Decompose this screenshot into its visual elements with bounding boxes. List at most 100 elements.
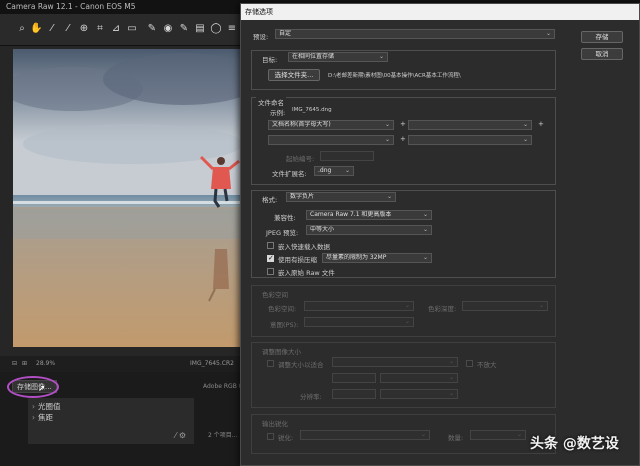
color-sampler-icon[interactable]: ⁄	[62, 23, 74, 35]
highlight-oval	[7, 376, 59, 398]
workflow-options-link[interactable]: Adobe RGB (1	[203, 383, 245, 390]
destination-select[interactable]: 在相同位置存储 ⌄	[288, 52, 388, 62]
plus-icon: +	[538, 120, 544, 128]
file-naming-title: 文件命名	[256, 97, 286, 107]
zoom-icon[interactable]: ⌕	[16, 23, 28, 35]
zoom-level[interactable]: 28.9%	[36, 360, 55, 367]
zoom-plus-icon[interactable]: ⊞	[22, 360, 27, 367]
format-label: 格式:	[262, 196, 278, 204]
chevron-right-icon: ›	[32, 402, 35, 411]
embed-fast-load-checkbox[interactable]	[267, 242, 274, 249]
preferences-icon[interactable]: ≡	[226, 23, 238, 35]
chevron-down-icon: ⌄	[448, 374, 454, 381]
example-label: 示例:	[270, 109, 286, 117]
red-eye-icon[interactable]: ◉	[162, 23, 174, 35]
color-space-label: 色彩空间:	[268, 305, 297, 313]
preset-label: 预设:	[253, 33, 269, 41]
color-space-title: 色彩空间	[262, 291, 288, 299]
lossy-compression-checkbox[interactable]	[267, 254, 274, 262]
hand-icon[interactable]: ✋	[30, 23, 42, 35]
naming-field-4[interactable]: ⌄	[408, 135, 532, 145]
color-space-select[interactable]: ⌄	[304, 301, 414, 311]
chevron-down-icon: ⌄	[404, 302, 410, 309]
intent-select[interactable]: ⌄	[304, 317, 414, 327]
embed-raw-checkbox[interactable]	[267, 268, 274, 275]
sharpen-for-select[interactable]: ⌄	[300, 430, 430, 440]
resize-mode-select[interactable]: ⌄	[332, 357, 458, 367]
transform-icon[interactable]: ▭	[126, 23, 138, 35]
chevron-down-icon: ⌄	[516, 431, 522, 438]
image-preview-area	[0, 46, 248, 356]
lossy-compression-select[interactable]: 尽量素的限制为 32MP ⌄	[322, 253, 432, 263]
targeted-adjust-icon[interactable]: ⊕	[78, 23, 90, 35]
sharpen-for-label: 锐化:	[278, 434, 294, 442]
chevron-down-icon: ⌄	[422, 226, 428, 233]
graduated-filter-icon[interactable]: ▤	[194, 23, 206, 35]
chevron-down-icon: ⌄	[448, 358, 454, 365]
radial-filter-icon[interactable]: ◯	[210, 23, 222, 35]
intent-label: 意图(PS):	[270, 321, 299, 329]
extension-label: 文件扩展名:	[272, 170, 307, 178]
compatibility-select[interactable]: Camera Raw 7.1 和更高版本 ⌄	[306, 210, 432, 220]
chevron-down-icon: ⌄	[344, 167, 350, 174]
chevron-down-icon: ⌄	[384, 136, 390, 143]
color-space-group: 色彩空间 色彩空间: ⌄ 色彩深度: ⌄ 意图(PS): ⌄	[251, 285, 556, 337]
naming-field-1[interactable]: 文档名称(首字母大写) ⌄	[268, 120, 394, 130]
chevron-down-icon: ⌄	[384, 121, 390, 128]
mouse-cursor-icon: ➚	[38, 384, 46, 394]
resolution-input[interactable]	[332, 389, 376, 399]
crop-icon[interactable]: ⌗	[94, 23, 106, 35]
sharpen-checkbox[interactable]	[267, 433, 274, 440]
jpeg-preview-select[interactable]: 中等大小 ⌄	[306, 225, 432, 235]
compatibility-label: 兼容性:	[274, 214, 296, 222]
preset-select[interactable]: 自定 ⌄	[275, 29, 555, 39]
format-select[interactable]: 数字负片 ⌄	[286, 192, 396, 202]
format-group: 格式: 数字负片 ⌄ 兼容性: Camera Raw 7.1 和更高版本 ⌄ JPE…	[251, 190, 556, 278]
destination-group: 目标: 在相同位置存储 ⌄ 选择文件夹... D:\老邮差新期\素材图\00基本操…	[251, 50, 556, 90]
watermark: 头条 @数艺设	[530, 436, 619, 452]
select-folder-button[interactable]: 选择文件夹...	[268, 69, 320, 81]
straighten-icon[interactable]: ⊿	[110, 23, 122, 35]
destination-path: D:\老邮差新期\素材图\00基本操作\ACR基本工作流程\	[328, 73, 461, 79]
white-balance-icon[interactable]: ⁄	[46, 23, 58, 35]
eyedropper-icon[interactable]: ⁄	[175, 431, 176, 440]
lossy-compression-label: 使用有损压缩	[278, 256, 317, 264]
begin-number-input[interactable]	[320, 151, 374, 161]
resize-unit-select[interactable]: ⌄	[380, 373, 458, 383]
camera-raw-toolbar: ⌕ ✋ ⁄ ⁄ ⊕ ⌗ ⊿ ▭ ✎ ◉ ✎ ▤ ◯ ≡	[0, 14, 248, 46]
resize-width-input[interactable]	[332, 373, 376, 383]
file-name: IMG_7645.CR2	[190, 360, 234, 367]
example-value: IMG_7645.dng	[292, 107, 332, 113]
begin-number-label: 起始编号:	[286, 155, 315, 163]
chevron-down-icon: ⌄	[545, 30, 551, 37]
adjustment-brush-icon[interactable]: ✎	[178, 23, 190, 35]
list-item[interactable]: › 光圈值	[32, 401, 61, 412]
resolution-label: 分辨率:	[300, 393, 322, 401]
naming-field-2[interactable]: ⌄	[408, 120, 532, 130]
settings-icon[interactable]: ⚙	[179, 431, 186, 440]
amount-select[interactable]: ⌄	[470, 430, 526, 440]
file-naming-group: 文件命名 示例: IMG_7645.dng 文档名称(首字母大写) ⌄ + ⌄ +…	[251, 97, 556, 185]
naming-field-3[interactable]: ⌄	[268, 135, 394, 145]
zoom-minus-icon[interactable]: ⊟	[12, 360, 17, 367]
camera-raw-bottom: 存储图像... ➚ Adobe RGB (1 › 光圈值 › 焦距 ⁄ ⚙ 2 个项…	[0, 372, 248, 466]
footer-info: 2 个项目...	[208, 432, 238, 439]
cancel-button[interactable]: 取消	[581, 48, 623, 60]
resize-to-fit-checkbox[interactable]	[267, 360, 274, 367]
extension-select[interactable]: .dng ⌄	[314, 166, 354, 176]
destination-label: 目标:	[262, 56, 278, 64]
list-item[interactable]: › 焦距	[32, 412, 53, 423]
chevron-down-icon: ⌄	[538, 302, 544, 309]
chevron-right-icon: ›	[32, 413, 35, 422]
save-options-dialog: 存储选项 预设: 自定 ⌄ 存储 取消 目标: 在相同位置存储 ⌄ 选择文件夹...…	[240, 3, 640, 466]
save-button[interactable]: 存储	[581, 31, 623, 43]
spot-removal-icon[interactable]: ✎	[146, 23, 158, 35]
embed-raw-label: 嵌入原始 Raw 文件	[278, 269, 335, 277]
resolution-unit-select[interactable]: ⌄	[380, 389, 458, 399]
resize-group: 调整图像大小 调整大小以适合 ⌄ 不放大 ⌄ 分辨率: ⌄	[251, 342, 556, 408]
chevron-down-icon: ⌄	[448, 390, 454, 397]
dont-enlarge-checkbox[interactable]	[466, 360, 473, 367]
color-depth-select[interactable]: ⌄	[462, 301, 548, 311]
chevron-down-icon: ⌄	[386, 193, 392, 200]
panel-icons: ⁄ ⚙	[175, 431, 186, 440]
